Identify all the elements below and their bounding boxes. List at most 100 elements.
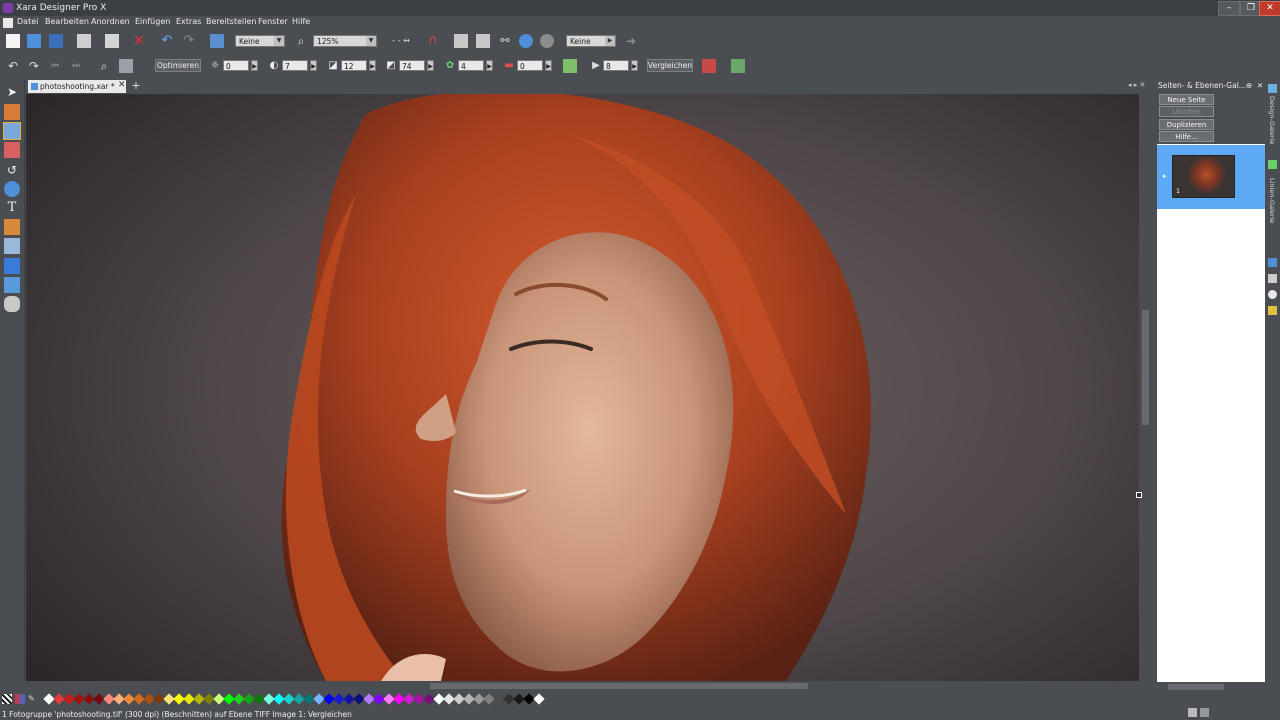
menu-einfuegen[interactable]: Einfügen [135,17,170,26]
new-page-button[interactable]: Neue Seite [1159,94,1214,105]
chevron-right-icon[interactable]: ▶ [486,60,493,71]
expand-icon[interactable]: ▸ [1163,172,1167,180]
brightness-input[interactable]: 0 [223,60,249,71]
text-tool-icon[interactable]: T [4,200,20,216]
page-thumbnail[interactable] [1172,155,1235,198]
menu-anordnen[interactable]: Anordnen [91,17,130,26]
gallery-scroll-thumb[interactable] [1168,684,1224,690]
shape-editor-tool-icon[interactable]: ↺ [4,162,20,178]
photo-tool-icon[interactable] [3,122,21,140]
menu-datei[interactable]: Datei [17,17,38,26]
menu-extras[interactable]: Extras [176,17,201,26]
optimize-button[interactable]: Optimieren [155,59,201,72]
gallery-close-icon[interactable]: ✕ [1257,80,1263,92]
zoom-photo-icon[interactable]: ⌕ [97,59,111,73]
minimize-button[interactable]: – [1218,1,1240,16]
menu-bereitstellen[interactable]: Bereitstellen [206,17,256,26]
portrait-photo[interactable] [26,94,1139,681]
contrast-input[interactable]: 7 [282,60,308,71]
delete-page-button[interactable]: Löschen [1159,106,1214,117]
tab-close-icon[interactable]: ✕ [118,80,126,90]
fill-tool-icon[interactable] [4,219,20,235]
import-icon[interactable] [454,34,468,48]
chevron-right-icon[interactable]: ▶ [545,60,552,71]
photo-tools-icon[interactable] [731,59,745,73]
design-gallery-icon[interactable] [1268,84,1277,93]
chevron-right-icon[interactable]: ▶ [369,60,376,71]
redo-icon[interactable]: ↷ [182,34,196,48]
undo-icon[interactable]: ↶ [160,34,174,48]
pin-icon[interactable]: ⊕ [1246,80,1252,92]
menu-fenster[interactable]: Fenster [258,17,288,26]
eyedropper-icon[interactable]: ✎ [28,694,36,704]
vertical-scroll-thumb[interactable] [1142,310,1149,425]
fill-gallery-icon[interactable] [1268,258,1277,267]
sharpen-input[interactable]: 74 [399,60,425,71]
color-gallery-icon[interactable] [1268,290,1277,299]
rotate-right-icon[interactable]: ↷ [27,59,41,73]
link-icon[interactable]: ⚯ [498,34,512,48]
chevron-right-icon[interactable]: ▶ [251,60,258,71]
open-icon[interactable] [27,34,41,48]
saturation-input[interactable]: 12 [341,60,367,71]
no-color-icon[interactable] [2,694,12,704]
gallery-help-button[interactable]: Hilfe... [1159,131,1214,142]
play-input[interactable]: 8 [603,60,629,71]
previous-icon[interactable]: ⏮ [48,59,62,73]
tab-design-gallery[interactable]: Design-Galerie [1268,96,1276,144]
color-swatch[interactable] [533,693,545,705]
tab-document[interactable]: photoshooting.xar * [28,80,126,93]
copy-icon[interactable] [77,34,91,48]
chevron-right-icon[interactable]: ▶ [631,60,638,71]
menu-hilfe[interactable]: Hilfe [292,17,310,26]
next-icon[interactable]: ⏭ [69,59,83,73]
delete-icon[interactable]: ✕ [132,34,146,48]
new-document-icon[interactable] [6,34,20,48]
web-icon[interactable] [519,34,533,48]
ellipse-tool-icon[interactable] [4,181,20,197]
new-tab-icon[interactable]: + [130,80,142,93]
zoom-combo[interactable]: 125% ▼ [313,35,377,47]
document-menu-icon[interactable] [3,18,13,28]
horizontal-scroll-thumb[interactable] [430,683,808,689]
bitmap-gallery-icon[interactable] [1268,306,1277,315]
line-gallery-icon[interactable] [1268,160,1277,169]
transform-icon[interactable] [210,34,224,48]
preview-icon[interactable] [540,34,554,48]
color-editor-icon[interactable] [15,694,25,704]
magnet-icon[interactable]: ∩ [426,34,440,48]
snap-status-icon[interactable] [1188,708,1197,717]
quality-combo[interactable]: Keine ▼ [235,35,285,47]
document-canvas[interactable] [26,94,1139,681]
shadow-tool-icon[interactable] [4,258,20,274]
crop-icon[interactable] [119,59,133,73]
eraser-tool-icon[interactable] [4,142,20,158]
freehand-tool-icon[interactable] [4,104,20,120]
tab-line-gallery[interactable]: Linien-Galerie [1268,178,1276,223]
web-combo[interactable]: Keine ▶ [566,35,616,47]
export-icon[interactable] [476,34,490,48]
effect-input[interactable]: 0 [517,60,543,71]
save-icon[interactable] [49,34,63,48]
chevron-right-icon[interactable]: ▶ [310,60,317,71]
enhance-icon[interactable] [563,59,577,73]
menu-bearbeiten[interactable]: Bearbeiten [45,17,89,26]
rotate-left-icon[interactable]: ↶ [6,59,20,73]
histogram-icon[interactable] [702,59,716,73]
extrude-tool-icon[interactable] [4,277,20,293]
color-input[interactable]: 4 [458,60,484,71]
duplicate-page-button[interactable]: Duplizieren [1159,119,1214,130]
arrow-right-icon[interactable]: ➜ [624,34,638,48]
zoom-icon[interactable]: ⌕ [294,34,308,48]
contour-tool-icon[interactable] [4,296,20,312]
resize-handle[interactable] [1136,492,1142,498]
font-gallery-icon[interactable] [1268,274,1277,283]
paste-icon[interactable] [105,34,119,48]
close-button[interactable]: ✕ [1259,1,1280,16]
transparency-tool-icon[interactable] [4,238,20,254]
render-status-icon[interactable] [1200,708,1209,717]
tab-scroll-icon[interactable]: ◂ ▸ ✕ [1128,81,1145,89]
selector-tool-icon[interactable]: ➤ [4,84,20,100]
chevron-right-icon[interactable]: ▶ [427,60,434,71]
snap-grid-icon[interactable]: - - ↔ [388,34,414,48]
